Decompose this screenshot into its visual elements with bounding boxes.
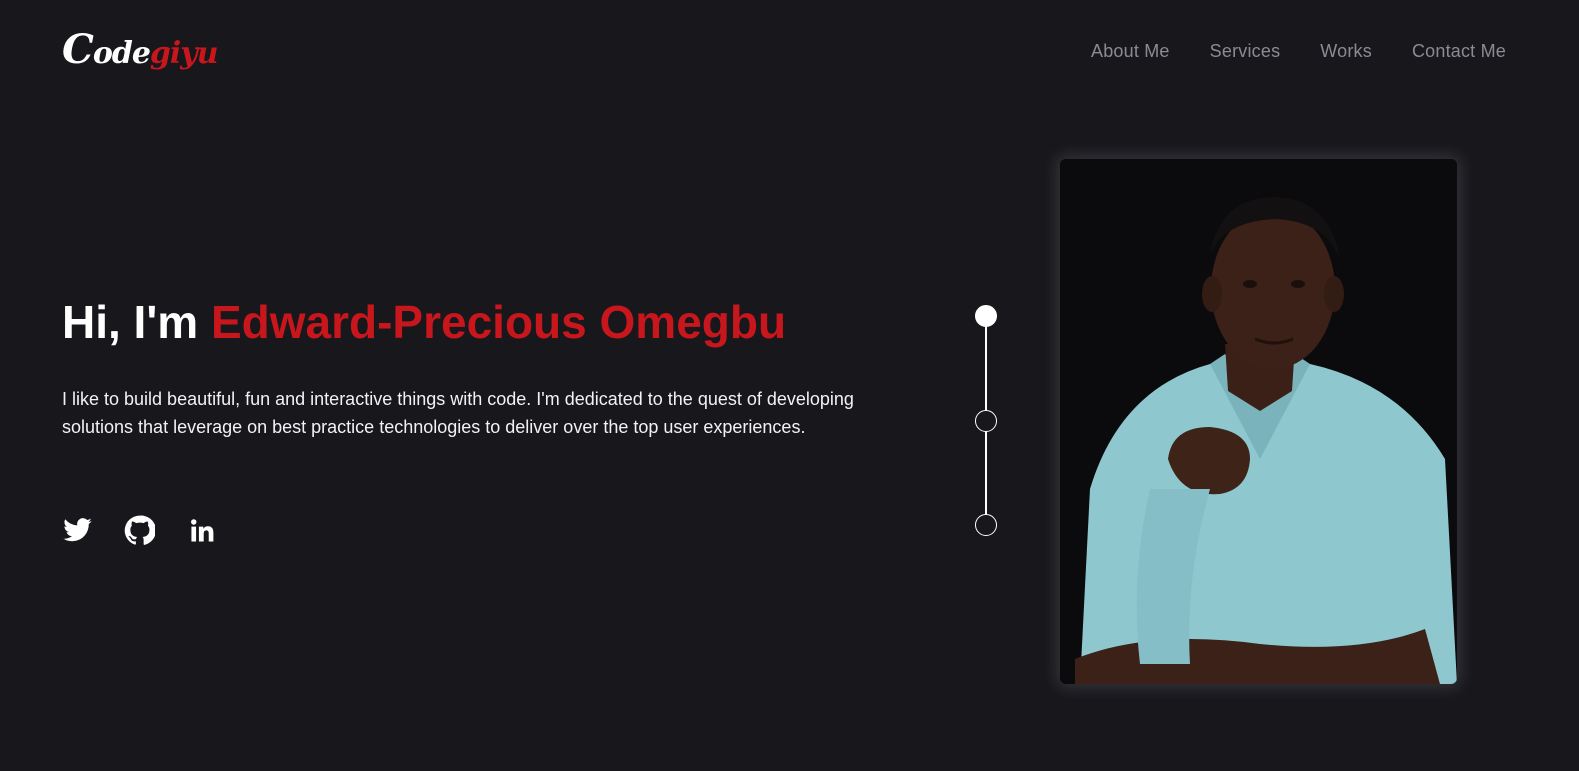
linkedin-icon xyxy=(191,519,214,542)
logo-white-text: ode xyxy=(92,36,151,71)
nav-link-works[interactable]: Works xyxy=(1320,38,1372,64)
twitter-icon xyxy=(63,518,92,542)
twitter-link[interactable] xyxy=(62,515,93,546)
profile-photo xyxy=(1060,159,1457,684)
stepper-dot-2[interactable] xyxy=(975,410,997,432)
main-nav: About Me Services Works Contact Me xyxy=(1091,38,1506,64)
page: Codegiyu About Me Services Works Contact… xyxy=(0,0,1579,771)
portrait-illustration xyxy=(1060,159,1457,684)
social-links xyxy=(62,515,217,546)
stepper-dot-1[interactable] xyxy=(975,305,997,327)
hero-name: Edward-Precious Omegbu xyxy=(210,296,787,348)
github-link[interactable] xyxy=(124,515,155,546)
logo-red-text: giyu xyxy=(149,36,219,71)
nav-link-about-me[interactable]: About Me xyxy=(1091,38,1170,64)
hero-description: I like to build beautiful, fun and inter… xyxy=(62,389,854,437)
hero-title: Hi, I'm Edward-Precious Omegbu xyxy=(62,293,786,351)
logo-initial: C xyxy=(62,26,94,73)
nav-link-services[interactable]: Services xyxy=(1210,38,1281,64)
nav-link-contact-me[interactable]: Contact Me xyxy=(1412,38,1506,64)
section-stepper xyxy=(975,305,997,537)
hero-greeting: Hi, I'm xyxy=(62,296,211,348)
linkedin-link[interactable] xyxy=(186,515,217,546)
github-icon xyxy=(124,515,155,545)
stepper-dot-3[interactable] xyxy=(975,514,997,536)
site-logo[interactable]: Codegiyu xyxy=(62,26,219,76)
